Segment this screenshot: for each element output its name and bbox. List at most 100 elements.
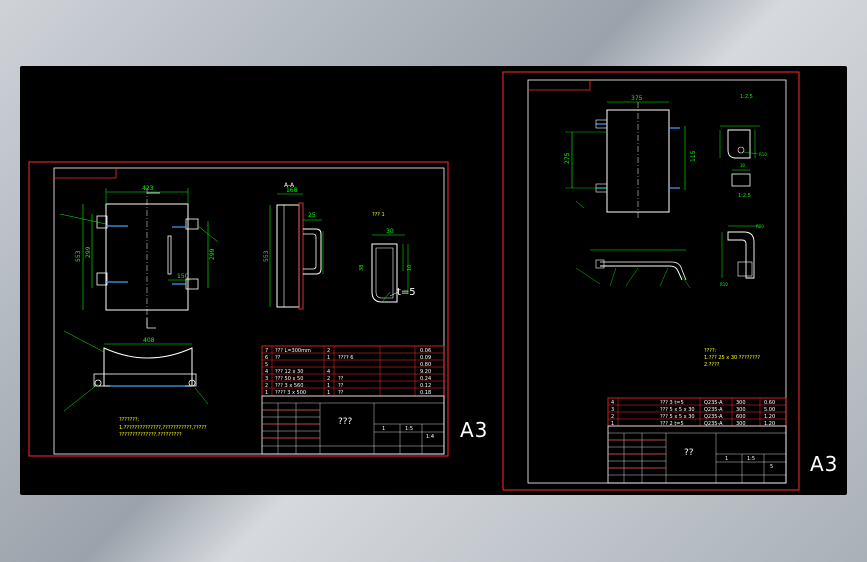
left-section-dim-top: 168: [286, 187, 298, 194]
left-row-3-no: 4: [265, 369, 268, 375]
left-row-1-name: ??: [275, 355, 281, 361]
left-row-6-wt: 0.18: [420, 390, 431, 396]
right-scale: 1:5: [747, 456, 755, 462]
left-row-6-no: 1: [265, 390, 268, 396]
right-row-2-mat: Q235-A: [704, 414, 723, 420]
left-row-2-wt: 0.80: [420, 362, 431, 368]
left-row-1-wt: 0.09: [420, 355, 431, 361]
left-parts-table: 7 ??? L=300mm 2 0.06 6 ?? 1 ???? 6 0.09 …: [261, 345, 445, 397]
right-sheet-border: [502, 71, 800, 491]
left-front-view: 423 553 299 299 150: [59, 185, 219, 329]
left-title-block: ??? 1 1:5 1:4: [261, 395, 445, 455]
right-title-block: ?? 1 1:5 5: [607, 425, 787, 484]
left-title-text: ???: [338, 417, 353, 427]
left-section-dim-depth: 25: [308, 212, 316, 219]
right-code-box: [528, 80, 591, 91]
left-row-5-qty: 1: [327, 383, 330, 389]
right-row-1-mat: Q235-A: [704, 407, 723, 413]
left-detail-dim-mid: 10: [407, 265, 413, 271]
right-detail-a-radius: R10: [759, 152, 767, 157]
left-row-6-mat: ??: [338, 390, 344, 396]
right-row-2-len: 600: [736, 414, 746, 420]
left-row-3-wt: 9.20: [420, 369, 431, 375]
left-row-0-name: ??? L=300mm: [275, 348, 311, 354]
left-dim-inner: 299: [85, 246, 92, 258]
right-sheet-size-label: A3: [810, 452, 839, 476]
right-dim-width: 375: [631, 95, 643, 102]
left-note-0: ???????:: [119, 417, 140, 423]
right-inner-border: [527, 79, 787, 484]
right-notes: ????: 1.??? 25 x 30 ???????? 2.????: [704, 348, 760, 368]
left-row-4-name: ??? 50 x 50: [275, 376, 303, 382]
left-row-5-name: ??? 3 x 560: [275, 383, 303, 389]
right-detail-a-dim: 30: [740, 163, 746, 168]
left-row-5-mat: ??: [338, 383, 344, 389]
right-row-0-name: ??? 3 t=5: [660, 400, 684, 406]
left-detail-dim-side: 38: [359, 265, 365, 271]
left-detail-label: ??? 1: [372, 212, 385, 218]
right-detail-b: 1:2.5: [731, 169, 751, 199]
left-sheet-border: [28, 161, 449, 457]
left-row-0-no: 7: [265, 348, 268, 354]
left-row-0-wt: 0.06: [420, 348, 431, 354]
left-row-4-wt: 0.24: [420, 376, 431, 382]
right-corner-radius: R20: [756, 224, 764, 229]
right-note-2: 2.????: [704, 362, 720, 368]
left-row-1-qty: 1: [327, 355, 330, 361]
left-dim-height: 553: [75, 250, 82, 262]
left-notes: ???????: 1.??????????????,???????????,??…: [119, 417, 207, 438]
cad-drawing[interactable]: 423 553 299 299 150 A-A 168 25 553 ??? 1…: [20, 66, 847, 495]
left-note-1: 1.??????????????,???????????,?????: [119, 425, 207, 431]
left-section-dim-height: 553: [263, 250, 270, 262]
left-lower-dim: 408: [143, 337, 155, 344]
left-row-6-name: ???? 3 x 500: [275, 390, 306, 396]
right-detail-a: 1:2.5 R10 30: [719, 94, 767, 168]
drawing-canvas[interactable]: 423 553 299 299 150 A-A 168 25 553 ??? 1…: [20, 66, 847, 495]
left-section-view: A-A 168 25 553: [263, 182, 324, 310]
right-side-view: [575, 249, 691, 289]
left-detail-dim-top: 30: [386, 228, 394, 235]
right-parts-table: 4 ??? 3 t=5 Q235-A 300 0.60 3 ??? 5 x 5 …: [607, 397, 787, 427]
left-sheet-size-label: A3: [460, 418, 489, 442]
right-row-0-len: 300: [736, 400, 746, 406]
left-row-1-no: 6: [265, 355, 268, 361]
left-sheet-count: 1: [382, 426, 385, 432]
left-row-4-mat: ??: [338, 376, 344, 382]
right-row-1-name: ??? 5 x 5 x 30: [660, 407, 695, 413]
right-detail-b-scale: 1:2.5: [738, 193, 751, 199]
left-inner-border: [53, 167, 445, 455]
left-row-3-name: ??? 12 x 30: [275, 369, 303, 375]
right-corner-detail: R20 R10: [720, 224, 764, 287]
right-title-text: ??: [684, 448, 694, 458]
left-sheet: 423 553 299 299 150 A-A 168 25 553 ??? 1…: [28, 161, 449, 457]
right-dim-height: 275: [564, 152, 571, 164]
right-row-2-wt: 1.20: [764, 414, 775, 420]
left-dim-width: 423: [142, 185, 154, 192]
right-row-2-no: 2: [611, 414, 614, 420]
left-scale-a: 1:5: [405, 426, 413, 432]
right-row-0-mat: Q235-A: [704, 400, 723, 406]
right-sheet-no: 5: [770, 464, 773, 470]
left-detail-bracket: ??? 1 30 10 38 t=5: [359, 212, 416, 303]
right-dim-side: 115: [690, 150, 697, 162]
left-thickness-label: t=5: [397, 287, 416, 298]
right-row-0-wt: 0.60: [764, 400, 775, 406]
left-dim-lower-slot: 150: [177, 273, 189, 280]
left-row-4-qty: 2: [327, 376, 330, 382]
right-row-0-no: 4: [611, 400, 614, 406]
left-row-4-no: 3: [265, 376, 268, 382]
left-code-box: [54, 168, 117, 179]
left-row-5-wt: 0.12: [420, 383, 431, 389]
right-note-1: 1.??? 25 x 30 ????????: [704, 355, 760, 361]
left-row-6-qty: 1: [327, 390, 330, 396]
left-lower-view: 408: [63, 330, 209, 412]
right-corner-radius-small: R10: [720, 282, 728, 287]
right-front-view: 375 275 115: [564, 95, 697, 218]
left-note-2: ??????????????,?????????: [119, 432, 182, 438]
right-row-1-wt: 5.00: [764, 407, 775, 413]
left-dim-side: 299: [209, 248, 216, 260]
right-sheet: 375 275 115 1:2.5 R10 30 1:2.5 R20 R10 ?…: [502, 71, 800, 491]
left-row-1-mat: ???? 6: [338, 355, 353, 361]
right-row-2-name: ??? 5 x 5 x 30: [660, 414, 695, 420]
right-row-1-len: 300: [736, 407, 746, 413]
